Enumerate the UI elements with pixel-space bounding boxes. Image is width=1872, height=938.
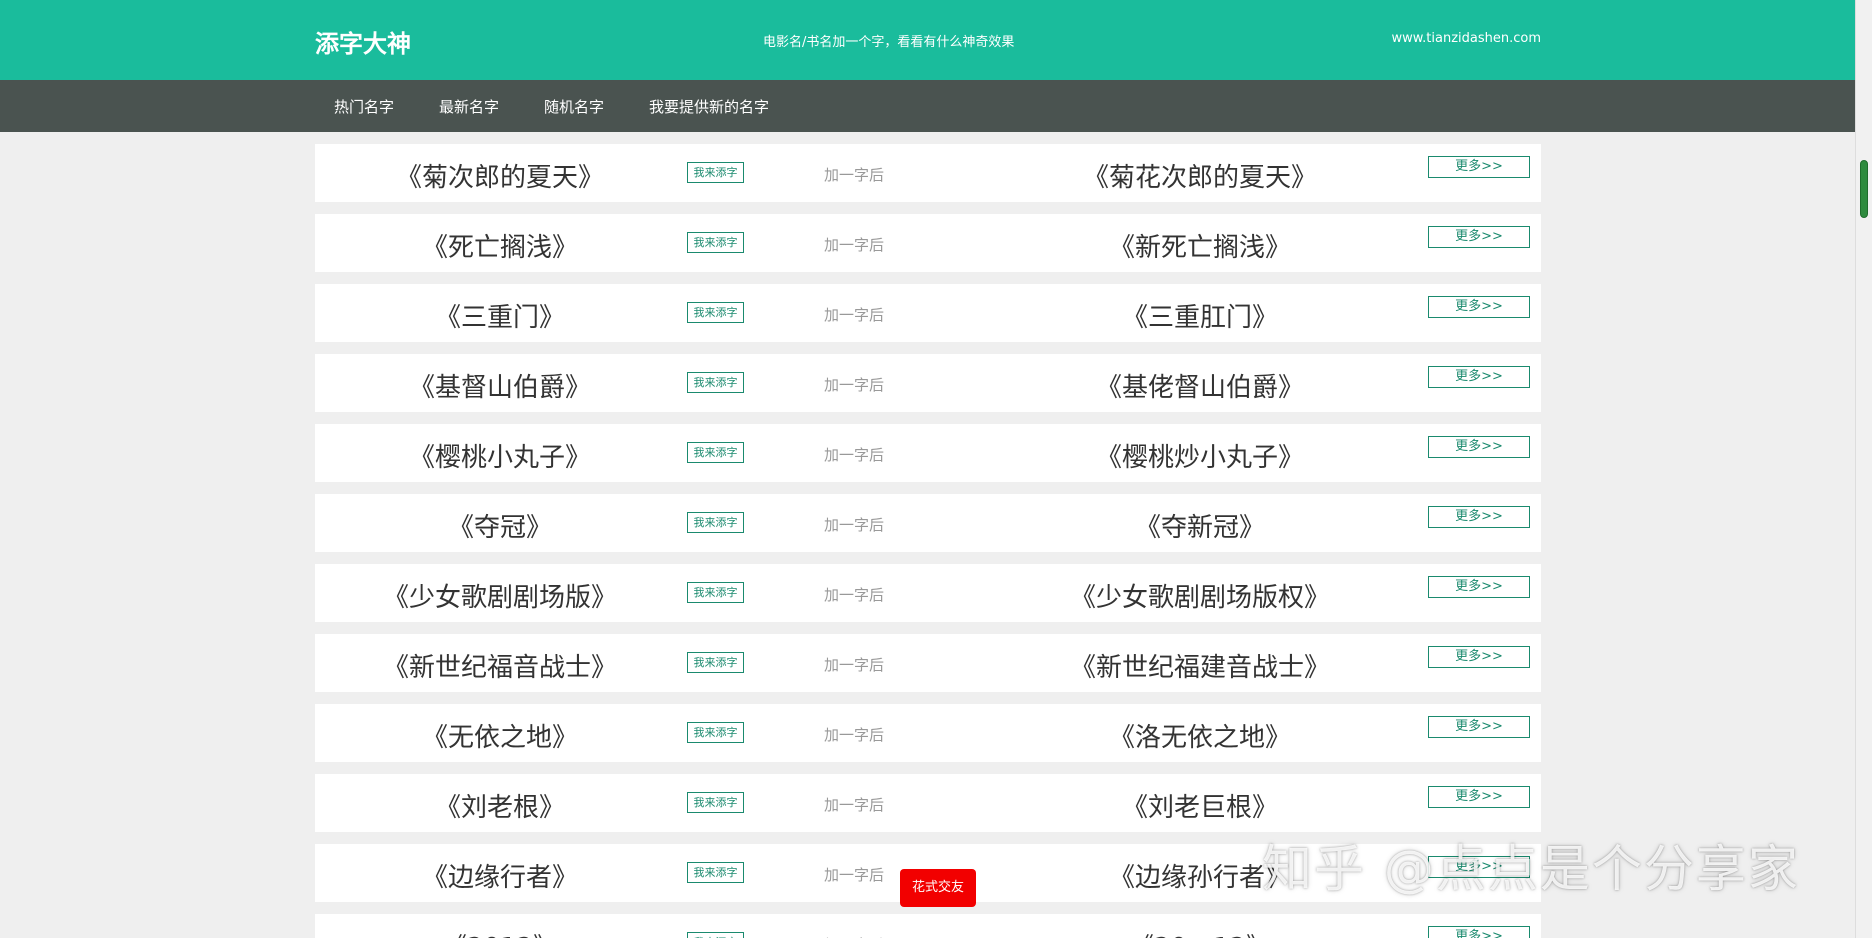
list-item: 《樱桃小丸子》 我来添字 加一字后 《樱桃炒小丸子》 更多>> (315, 424, 1541, 482)
add-character-button[interactable]: 我来添字 (687, 162, 744, 183)
list-item: 《菊次郎的夏天》 我来添字 加一字后 《菊花次郎的夏天》 更多>> (315, 144, 1541, 202)
result-title: 《基佬督山伯爵》 (1095, 373, 1304, 403)
original-title: 《樱桃小丸子》 (408, 443, 591, 473)
result-title: 《夺新冠》 (1134, 513, 1265, 543)
list-item: 《刘老根》 我来添字 加一字后 《刘老巨根》 更多>> (315, 774, 1541, 832)
more-button[interactable]: 更多>> (1428, 226, 1530, 248)
result-title: 《20一12》 (1015, 927, 1385, 938)
more-button[interactable]: 更多>> (1428, 156, 1530, 178)
add-character-button[interactable]: 我来添字 (687, 652, 744, 673)
more-button[interactable]: 更多>> (1428, 576, 1530, 598)
more-button[interactable]: 更多>> (1428, 716, 1530, 738)
list-item: 《无依之地》 我来添字 加一字后 《洛无依之地》 更多>> (315, 704, 1541, 762)
original-title: 《夺冠》 (447, 513, 552, 543)
result-title: 《菊花次郎的夏天》 (1082, 163, 1317, 193)
after-adding-label: 加一字后 (824, 376, 885, 394)
add-character-button[interactable]: 我来添字 (687, 722, 744, 743)
add-character-button[interactable]: 我来添字 (687, 932, 744, 938)
original-title: 《菊次郎的夏天》 (395, 163, 604, 193)
watermark: 知乎 @点点是个分享家 (1262, 840, 1800, 898)
after-adding-label: 加一字后 (824, 446, 885, 464)
after-adding-label: 加一字后 (824, 516, 885, 534)
list-item: 《新世纪福音战士》 我来添字 加一字后 《新世纪福建音战士》 更多>> (315, 634, 1541, 692)
scrollbar[interactable] (1855, 0, 1872, 938)
after-adding-label: 加一字后 (824, 306, 885, 324)
result-title: 《三重肛门》 (1121, 303, 1278, 333)
original-title: 《边缘行者》 (421, 863, 578, 893)
original-title: 《死亡搁浅》 (421, 233, 578, 263)
after-adding-label: 加一字后 (824, 934, 884, 938)
result-title: 《新世纪福建音战士》 (1069, 653, 1330, 683)
name-list: 《菊次郎的夏天》 我来添字 加一字后 《菊花次郎的夏天》 更多>> 《死亡搁浅》 我来添字加… (315, 144, 1541, 938)
result-title: 《刘老巨根》 (1121, 793, 1278, 823)
nav-latest-names[interactable]: 最新名字 (439, 96, 499, 117)
result-title: 《洛无依之地》 (1108, 723, 1291, 753)
add-character-button[interactable]: 我来添字 (687, 792, 744, 813)
more-button[interactable]: 更多>> (1428, 926, 1530, 938)
add-character-button[interactable]: 我来添字 (687, 582, 744, 603)
after-adding-label: 加一字后 (824, 866, 885, 884)
after-adding-label: 加一字后 (824, 726, 885, 744)
more-button[interactable]: 更多>> (1428, 366, 1530, 388)
add-character-button[interactable]: 我来添字 (687, 372, 744, 393)
add-character-button[interactable]: 我来添字 (687, 862, 744, 883)
site-logo[interactable]: 添字大神 (315, 24, 411, 59)
nav-submit-name[interactable]: 我要提供新的名字 (649, 96, 769, 117)
original-title: 《刘老根》 (434, 793, 565, 823)
nav-hot-names[interactable]: 热门名字 (334, 96, 394, 117)
list-item: 《少女歌剧剧场版》 我来添字 加一字后 《少女歌剧剧场版权》 更多>> (315, 564, 1541, 622)
nav-random-names[interactable]: 随机名字 (544, 96, 604, 117)
add-character-button[interactable]: 我来添字 (687, 232, 744, 253)
original-title: 《2012》 (315, 927, 685, 938)
top-header: 添字大神 电影名/书名加一个字，看看有什么神奇效果 www.tianzidash… (0, 0, 1855, 80)
site-url[interactable]: www.tianzidashen.com (1391, 31, 1541, 46)
after-adding-label: 加一字后 (824, 586, 885, 604)
more-button[interactable]: 更多>> (1428, 436, 1530, 458)
list-item: 《基督山伯爵》 我来添字 加一字后 《基佬督山伯爵》 更多>> (315, 354, 1541, 412)
original-title: 《三重门》 (434, 303, 565, 333)
after-adding-label: 加一字后 (824, 166, 885, 184)
result-title: 《少女歌剧剧场版权》 (1069, 583, 1330, 613)
original-title: 《无依之地》 (421, 723, 578, 753)
more-button[interactable]: 更多>> (1428, 296, 1530, 318)
floating-action-button[interactable]: 花式交友 (900, 869, 976, 907)
original-title: 《基督山伯爵》 (408, 373, 591, 403)
original-title: 《新世纪福音战士》 (382, 653, 617, 683)
add-character-button[interactable]: 我来添字 (687, 512, 744, 533)
more-button[interactable]: 更多>> (1428, 506, 1530, 528)
scrollbar-thumb[interactable] (1860, 160, 1868, 218)
nav-bar: 热门名字 最新名字 随机名字 我要提供新的名字 (0, 80, 1855, 132)
original-title: 《少女歌剧剧场版》 (382, 583, 617, 613)
after-adding-label: 加一字后 (824, 236, 885, 254)
result-title: 《樱桃炒小丸子》 (1095, 443, 1304, 473)
more-button[interactable]: 更多>> (1428, 646, 1530, 668)
more-button[interactable]: 更多>> (1428, 786, 1530, 808)
list-item: 《死亡搁浅》 我来添字 加一字后 《新死亡搁浅》 更多>> (315, 214, 1541, 272)
add-character-button[interactable]: 我来添字 (687, 302, 744, 323)
result-title: 《新死亡搁浅》 (1108, 233, 1291, 263)
list-item: 《夺冠》 我来添字 加一字后 《夺新冠》 更多>> (315, 494, 1541, 552)
site-slogan: 电影名/书名加一个字，看看有什么神奇效果 (763, 35, 1015, 50)
list-item: 《三重门》 我来添字 加一字后 《三重肛门》 更多>> (315, 284, 1541, 342)
add-character-button[interactable]: 我来添字 (687, 442, 744, 463)
after-adding-label: 加一字后 (824, 796, 885, 814)
after-adding-label: 加一字后 (824, 656, 885, 674)
list-item: 《2012》我来添字 加一字后 《20一12》 更多>> (315, 914, 1541, 938)
